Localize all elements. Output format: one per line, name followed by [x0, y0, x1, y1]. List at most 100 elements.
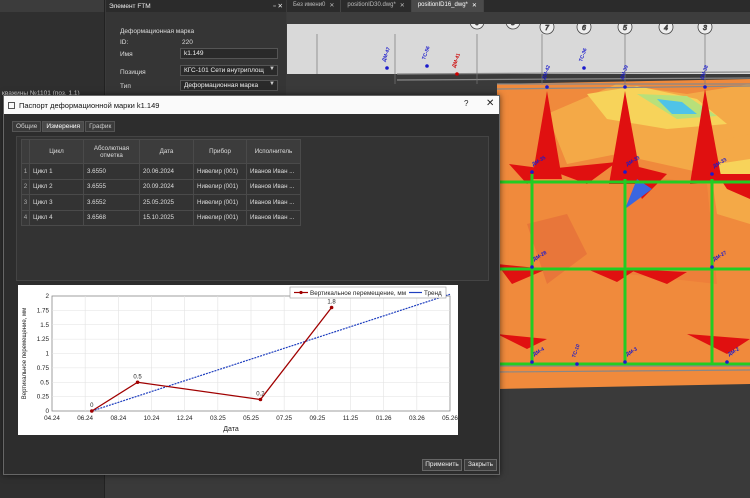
table-corner [21, 139, 30, 164]
close-icon[interactable]: ✕ [400, 2, 405, 10]
data-label: 0.2 [256, 392, 265, 398]
table-row[interactable]: 4 Цикл 4 3.6568 15.10.2025 Нивелир (001)… [21, 209, 301, 226]
measurements-table: Цикл Абсолютная отметка Дата Прибор Испо… [21, 139, 301, 226]
field-position-label: Позиция [120, 69, 146, 76]
grid-marker: 7 [539, 24, 555, 35]
table-header-row: Цикл Абсолютная отметка Дата Прибор Испо… [21, 139, 301, 164]
cell-person[interactable]: Иванов Иван ... [246, 194, 301, 211]
col-header-device[interactable]: Прибор [193, 139, 247, 164]
apply-button[interactable]: Применить [422, 459, 462, 471]
x-tick-label: 04.24 [44, 415, 60, 422]
close-button[interactable]: Закрыть [464, 459, 497, 471]
cell-cycle[interactable]: Цикл 1 [29, 163, 84, 180]
cell-cycle[interactable]: Цикл 2 [29, 178, 84, 195]
doc-tab-untitled[interactable]: Без имени0 ✕ [287, 0, 342, 12]
field-name-input[interactable]: k1.149 [180, 48, 278, 59]
data-point [258, 397, 263, 402]
y-tick-label: 2 [45, 293, 49, 300]
displacement-chart: 04.24 06.24 08.24 10.24 12.24 03.25 05.25 07.25… [18, 285, 458, 435]
cell-cycle[interactable]: Цикл 3 [29, 194, 84, 211]
cell-elevation[interactable]: 3.6550 [83, 163, 140, 180]
doc-tab-position30[interactable]: positionID30.dwg* ✕ [341, 0, 412, 12]
cell-device[interactable]: Нивелир (001) [193, 163, 247, 180]
grid-marker: 4 [658, 24, 674, 35]
cell-device[interactable]: Нивелир (001) [193, 178, 247, 195]
dialog-titlebar: Паспорт деформационной марки k1.149 ? ✕ [4, 96, 499, 114]
cell-device[interactable]: Нивелир (001) [193, 209, 247, 226]
col-header-date[interactable]: Дата [139, 139, 194, 164]
dialog-title: Паспорт деформационной марки k1.149 [19, 100, 160, 110]
table-row[interactable]: 3 Цикл 3 3.6552 25.05.2025 Нивелир (001)… [21, 194, 301, 211]
svg-text:4: 4 [664, 25, 668, 32]
svg-text:5: 5 [623, 25, 627, 32]
x-axis-label: Дата [223, 426, 239, 433]
y-axis-label: Вертикальное перемещение, мм [22, 308, 28, 400]
field-id-label: ID: [120, 39, 129, 46]
data-point [90, 409, 94, 413]
grid-marker: 5 [617, 24, 633, 35]
cell-date[interactable]: 15.10.2025 [139, 209, 194, 226]
table-row[interactable]: 1 Цикл 1 3.6550 20.06.2024 Нивелир (001)… [21, 163, 301, 180]
chevron-down-icon: ▼ [269, 81, 275, 87]
x-tick-label: 12.24 [177, 415, 193, 422]
field-type-select[interactable]: Деформационная марка ▼ [180, 80, 278, 91]
cell-person[interactable]: Иванов Иван ... [246, 178, 301, 195]
table-row[interactable]: 2 Цикл 2 3.6555 20.09.2024 Нивелир (001)… [21, 178, 301, 195]
field-name-label: Имя [120, 51, 133, 58]
x-tick-label: 11.25 [343, 415, 359, 422]
document-tabs: Без имени0 ✕ positionID30.dwg* ✕ positionI… [287, 0, 750, 12]
legend-label-trend: Тренд [424, 290, 442, 297]
cell-person[interactable]: Иванов Иван ... [246, 209, 301, 226]
drawing-toolbar [287, 12, 750, 24]
close-icon[interactable]: ✕ [486, 98, 494, 109]
x-tick-label: 08.24 [110, 415, 126, 422]
x-tick-label: 01.26 [376, 415, 392, 422]
dialog-tabs: Общие Измерения График [12, 121, 116, 132]
doc-tab-label: positionID16_dwg* [417, 2, 468, 8]
cell-device[interactable]: Нивелир (001) [193, 194, 247, 211]
col-header-person[interactable]: Исполнитель [246, 139, 301, 164]
chevron-down-icon: ▼ [269, 66, 275, 72]
close-icon[interactable]: ✕ [472, 2, 477, 10]
field-type-value: Деформационная марка [184, 82, 259, 89]
cell-elevation[interactable]: 3.6552 [83, 194, 140, 211]
y-tick-label: 0.75 [37, 365, 50, 372]
tab-measurements[interactable]: Измерения [42, 121, 85, 132]
doc-tab-label: positionID30.dwg* [347, 2, 396, 8]
y-tick-label: 0 [45, 408, 49, 415]
x-tick-label: 06.24 [77, 415, 93, 422]
row-index: 1 [21, 163, 30, 180]
element-properties-panel: Элемент FTM ▫ ✕ Деформационная марка ID:… [106, 0, 286, 100]
y-tick-label: 1.25 [37, 336, 50, 343]
col-header-cycle[interactable]: Цикл [29, 139, 84, 164]
help-icon[interactable]: ? [464, 99, 468, 108]
left-panel-titlebar [0, 0, 104, 12]
doc-tab-position16[interactable]: positionID16_dwg* ✕ [411, 0, 484, 12]
cell-elevation[interactable]: 3.6555 [83, 178, 140, 195]
x-tick-label: 03.26 [409, 415, 425, 422]
close-icon[interactable]: ✕ [329, 2, 334, 10]
svg-text:6: 6 [475, 24, 479, 27]
cell-cycle[interactable]: Цикл 4 [29, 209, 84, 226]
panel-pin-icon[interactable]: ▫ ✕ [273, 2, 283, 10]
grid-marker: 6 [576, 24, 592, 35]
svg-text:6: 6 [582, 25, 586, 32]
doc-tab-label: Без имени0 [293, 2, 326, 8]
data-point [135, 380, 140, 385]
col-header-elevation[interactable]: Абсолютная отметка [83, 139, 140, 164]
x-tick-label: 05.26 [442, 415, 458, 422]
measurements-table-area: Цикл Абсолютная отметка Дата Прибор Испо… [16, 136, 489, 281]
tab-general[interactable]: Общие [12, 121, 42, 132]
field-position-select[interactable]: КГС-101 Сети внутриплощ ▼ [180, 65, 278, 76]
field-position-value: КГС-101 Сети внутриплощ [184, 67, 264, 74]
element-panel-title: Элемент FTM [109, 2, 151, 10]
row-index: 3 [21, 194, 30, 211]
cell-date[interactable]: 20.09.2024 [139, 178, 194, 195]
cell-date[interactable]: 25.05.2025 [139, 194, 194, 211]
cell-date[interactable]: 20.06.2024 [139, 163, 194, 180]
cell-elevation[interactable]: 3.6568 [83, 209, 140, 226]
tab-chart[interactable]: График [85, 121, 116, 132]
chart-svg: 04.24 06.24 08.24 10.24 12.24 03.25 05.25 07.25… [22, 286, 458, 433]
y-tick-label: 1.5 [40, 322, 49, 329]
cell-person[interactable]: Иванов Иван ... [246, 163, 301, 180]
